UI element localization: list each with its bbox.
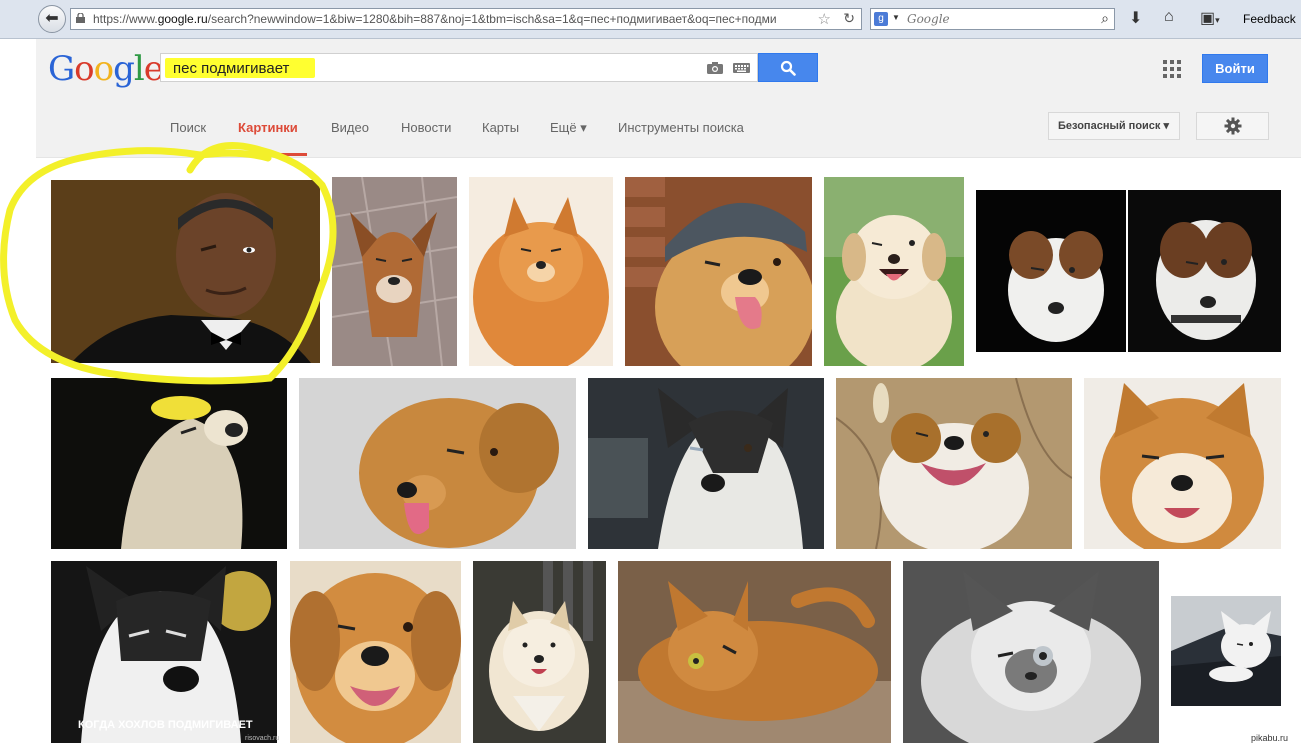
lock-icon bbox=[76, 13, 85, 23]
browser-toolbar: ⬅ https://www.google.ru/search?newwindow… bbox=[0, 0, 1301, 39]
reload-icon[interactable]: ↻ bbox=[843, 10, 855, 27]
image-result-terriers[interactable] bbox=[976, 190, 1281, 352]
tab-maps[interactable]: Карты bbox=[482, 120, 519, 135]
bookmark-star-icon[interactable]: ☆ bbox=[818, 10, 831, 28]
image-result-dog-cap[interactable] bbox=[625, 177, 812, 366]
arrow-left-icon: ⬅ bbox=[45, 10, 59, 27]
login-button[interactable]: Войти bbox=[1202, 54, 1268, 83]
keyboard-icon[interactable] bbox=[733, 63, 750, 73]
active-tab-indicator bbox=[230, 153, 307, 156]
tab-search[interactable]: Поиск bbox=[170, 120, 206, 135]
tab-images[interactable]: Картинки bbox=[238, 120, 298, 135]
search-button[interactable] bbox=[758, 53, 818, 82]
chevron-down-icon[interactable]: ▼ bbox=[892, 13, 900, 22]
logo-letter: G bbox=[48, 49, 75, 89]
image-result-husky-mix[interactable] bbox=[588, 378, 824, 549]
tab-news[interactable]: Новости bbox=[401, 120, 451, 135]
logo-letter: g bbox=[113, 49, 135, 89]
download-icon[interactable]: ⬇ bbox=[1129, 8, 1142, 28]
back-button[interactable]: ⬅ bbox=[38, 5, 66, 33]
image-result-dog-street[interactable] bbox=[332, 177, 457, 366]
tab-video[interactable]: Видео bbox=[331, 120, 369, 135]
logo-letter: l bbox=[133, 49, 145, 89]
apps-grid-icon[interactable] bbox=[1163, 60, 1181, 78]
gear-icon bbox=[1224, 117, 1242, 135]
search-icon[interactable]: ⌕ bbox=[1101, 10, 1109, 27]
image-result-siamese-cat[interactable] bbox=[903, 561, 1159, 743]
url-text: https://www.google.ru/search?newwindow=1… bbox=[93, 12, 777, 26]
address-bar[interactable]: https://www.google.ru/search?newwindow=1… bbox=[70, 8, 862, 30]
image-result-dog-car[interactable] bbox=[1171, 596, 1281, 706]
meme-caption: КОГДА ХОХЛОВ ПОДМИГИВАЕТ bbox=[78, 719, 253, 731]
bookmarks-icon[interactable]: ▣▾ bbox=[1200, 8, 1220, 28]
feedback-link[interactable]: Feedback bbox=[1243, 12, 1296, 26]
image-result-ginger-cat[interactable] bbox=[618, 561, 891, 743]
image-result-man-winking[interactable] bbox=[51, 180, 320, 363]
query-text: пес подмигивает bbox=[173, 60, 290, 77]
browser-search-input[interactable]: Google bbox=[907, 12, 950, 26]
image-result-pomeranian-bandana[interactable] bbox=[473, 561, 606, 743]
tab-search-tools[interactable]: Инструменты поиска bbox=[618, 120, 744, 135]
image-result-puppy-grass[interactable] bbox=[824, 177, 964, 366]
logo-letter: o bbox=[93, 49, 115, 89]
image-result-bulldog[interactable] bbox=[836, 378, 1072, 549]
image-result-pomeranian[interactable] bbox=[469, 177, 613, 366]
google-engine-icon[interactable]: g bbox=[874, 12, 888, 26]
watermark-label: pikabu.ru bbox=[1251, 733, 1289, 743]
safe-search-dropdown[interactable]: Безопасный поиск ▾ bbox=[1048, 112, 1180, 140]
image-result-puppy-smile[interactable] bbox=[290, 561, 461, 743]
browser-search-box[interactable]: g ▼ Google ⌕ bbox=[870, 8, 1115, 30]
google-logo[interactable]: Google bbox=[48, 49, 164, 89]
image-result-dog-dark[interactable] bbox=[51, 378, 287, 549]
image-result-shiba[interactable] bbox=[1084, 378, 1281, 549]
search-icon bbox=[780, 60, 796, 76]
logo-letter: o bbox=[74, 49, 95, 89]
camera-icon[interactable] bbox=[707, 62, 723, 74]
search-input[interactable]: пес подмигивает bbox=[160, 53, 758, 82]
settings-button[interactable] bbox=[1196, 112, 1269, 140]
tab-more[interactable]: Ещё ▾ bbox=[550, 120, 587, 136]
meme-site-label: risovach.ru bbox=[245, 735, 280, 742]
home-icon[interactable]: ⌂ bbox=[1164, 8, 1174, 26]
image-result-terrier-tongue[interactable] bbox=[299, 378, 576, 549]
image-result-husky-meme[interactable] bbox=[51, 561, 277, 743]
